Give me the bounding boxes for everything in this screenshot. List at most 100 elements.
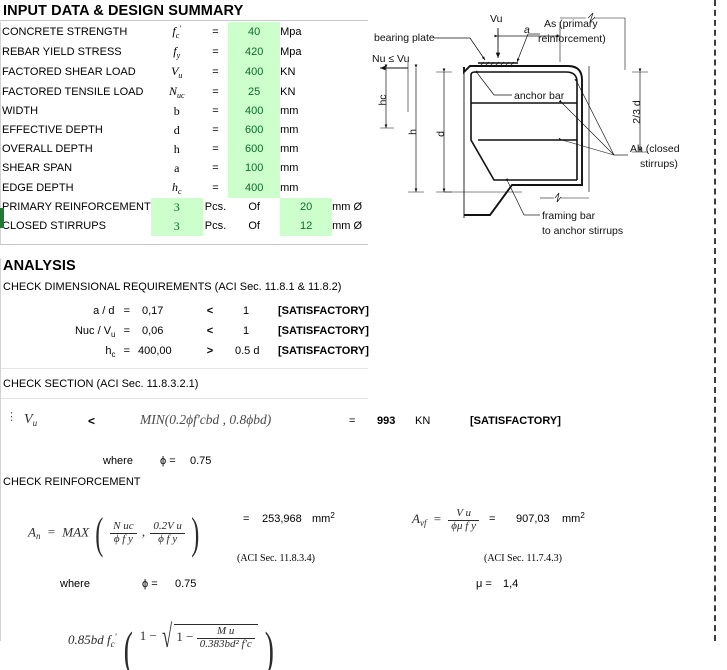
diagram-label-ah-1: Ah (closed — [630, 143, 680, 155]
check-reinforcement-heading: CHECK REINFORCEMENT — [3, 476, 141, 488]
row-equals: = — [212, 65, 219, 78]
diagram-label-vu: Vu — [490, 13, 503, 25]
input-table-bottom-rule — [0, 244, 368, 245]
diagram-label-hc: hc — [377, 94, 389, 105]
table-row: EDGE DEPTH hc = 400 mm — [2, 178, 380, 198]
row-unit: mm — [280, 181, 299, 194]
af-formula-partial: 0.85bd fc' ( 1 − √ 1 − M u 0.383bd² f'c … — [68, 612, 278, 670]
check-dimensional-heading: CHECK DIMENSIONAL REQUIREMENTS (ACI Sec.… — [3, 281, 342, 293]
row-symbol: fc' — [172, 24, 182, 40]
row-equals: = — [212, 124, 219, 136]
an-value: 253,968 — [262, 513, 302, 525]
an-unit: mm2 — [312, 511, 335, 525]
table-row: EFFECTIVE DEPTH d = 600 mm — [2, 121, 380, 140]
row-symbol: b — [173, 104, 180, 118]
row-unit: Mpa — [280, 45, 302, 58]
row-unit: KN — [280, 65, 296, 78]
input-value-cell[interactable]: 400 — [228, 62, 281, 82]
check-hc-value: 400,00 — [138, 345, 172, 357]
check-section-heading: CHECK SECTION (ACI Sec. 11.8.3.2.1) — [3, 378, 199, 390]
check-ad-label: a / d = — [30, 305, 130, 317]
check-ad-value: 0,17 — [142, 305, 164, 317]
phi-symbol-2: ϕ = — [142, 578, 158, 590]
formula-marker: ⋮ — [6, 411, 17, 423]
section-check-equals: = — [349, 415, 356, 427]
an-formula: An = MAX ( N uc ϕ f y , 0.2V u ϕ f y ) — [28, 509, 200, 558]
status-badge: [SATISFACTORY] — [278, 305, 369, 317]
check-hc-name: h — [105, 345, 112, 357]
sqrt-radical: √ 1 − M u 0.383bd² f'c — [160, 618, 258, 655]
corbel-diagram-svg: bearing plate Vu a As (primary reinforce… — [372, 12, 680, 237]
input-value-cell[interactable]: 40 — [228, 22, 281, 42]
row-symbol: fy — [173, 44, 181, 60]
input-value-cell[interactable]: 400 — [228, 102, 281, 121]
diagram-label-d: d — [435, 131, 447, 137]
grid-rule-1 — [0, 368, 368, 369]
an-term-2: 0.2V u ϕ f y — [150, 521, 185, 545]
input-value-cell[interactable]: 100 — [228, 159, 281, 178]
status-badge: [SATISFACTORY] — [278, 345, 369, 357]
diagram-label-framing-1: framing bar — [542, 210, 596, 222]
bar-size-cell[interactable]: 12 — [280, 217, 333, 236]
corbel-detail-diagram: bearing plate Vu a As (primary reinforce… — [372, 0, 712, 245]
input-table-body: CONCRETE STRENGTH fc' = 40 Mpa REBAR YIE… — [2, 22, 380, 236]
diagram-label-a: a — [524, 24, 530, 36]
diagram-label-nu-vu: Nu ≤ Vu — [372, 53, 410, 65]
table-row: CONCRETE STRENGTH fc' = 40 Mpa — [2, 22, 380, 42]
check-hc-equals: = — [123, 345, 130, 357]
row-equals: = — [212, 85, 219, 98]
mu-symbol: μ = — [476, 578, 492, 590]
af-fraction: M u 0.383bd² f'c — [196, 625, 255, 650]
check-nucvu-value: 0,06 — [142, 325, 164, 337]
row-label: EFFECTIVE DEPTH — [2, 124, 103, 136]
avf-formula: Avf = V u ϕμ f y — [412, 507, 479, 532]
diagram-label-framing-2: to anchor stirrups — [542, 225, 623, 237]
phi-symbol-1: ϕ = — [160, 455, 176, 467]
row-equals: = — [212, 45, 219, 58]
grid-line-left-2 — [0, 258, 1, 641]
avf-unit: mm2 — [562, 511, 585, 525]
diagram-label-two-thirds-d: 2/3 d — [631, 100, 643, 124]
row-equals: = — [212, 162, 219, 174]
row-label: REBAR YIELD STRESS — [2, 45, 122, 58]
diagram-label-anchor-bar: anchor bar — [514, 90, 565, 102]
avf-equals: = — [489, 513, 496, 525]
table-row: CLOSED STIRRUPS 3 Pcs. Of 12 mm Ø — [2, 217, 380, 236]
phi-value-2: 0.75 — [175, 578, 197, 590]
diagram-label-h: h — [407, 129, 419, 135]
row-symbol: d — [173, 123, 180, 137]
row-label: CLOSED STIRRUPS — [2, 220, 106, 232]
row-label: SHEAR SPAN — [2, 162, 73, 174]
row-symbol: a — [174, 161, 180, 175]
input-value-cell[interactable]: 600 — [228, 140, 281, 159]
diagram-label-bearing-plate: bearing plate — [374, 32, 435, 44]
table-row: SHEAR SPAN a = 100 mm — [2, 159, 380, 178]
check-hc-operator: > — [206, 345, 214, 357]
row-label: EDGE DEPTH — [2, 181, 74, 194]
table-row: OVERALL DEPTH h = 600 mm — [2, 140, 380, 159]
section-check-operator: < — [88, 414, 96, 428]
input-value-cell[interactable]: 600 — [228, 121, 281, 140]
table-row: FACTORED TENSILE LOAD Nuc = 25 KN — [2, 82, 380, 102]
bar-count-cell[interactable]: 3 — [150, 217, 203, 236]
row-equals: = — [212, 143, 219, 155]
row-label: FACTORED SHEAR LOAD — [2, 65, 136, 78]
diagram-label-as-2: reinforcement) — [538, 33, 606, 45]
an-code-reference: (ACI Sec. 11.8.3.4) — [237, 553, 315, 564]
an-equals: = — [243, 513, 250, 525]
mu-value: 1,4 — [503, 578, 519, 590]
section-check-lhs: Vu — [24, 412, 38, 428]
row-equals: = — [212, 181, 219, 194]
bar-count-cell[interactable]: 3 — [150, 198, 203, 217]
check-nucvu-operator: < — [206, 325, 214, 337]
input-value-cell[interactable]: 25 — [228, 82, 281, 102]
check-ad-equals: = — [123, 305, 130, 317]
input-value-cell[interactable]: 420 — [228, 42, 281, 62]
avf-value: 907,03 — [516, 513, 550, 525]
row-equals: = — [212, 105, 219, 117]
row-symbol: Vu — [171, 64, 183, 80]
input-value-cell[interactable]: 400 — [228, 178, 281, 198]
table-row: WIDTH b = 400 mm — [2, 102, 380, 121]
bar-size-cell[interactable]: 20 — [280, 198, 333, 217]
print-area-boundary — [714, 0, 716, 641]
